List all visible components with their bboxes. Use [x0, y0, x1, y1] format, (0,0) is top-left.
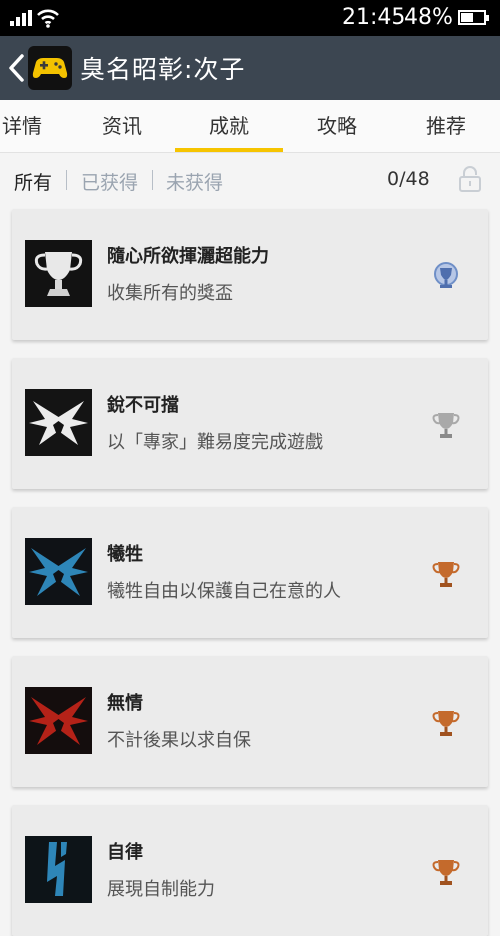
achievement-name: 無情 — [107, 693, 143, 714]
filter-bar: 所有 已获得 未获得 0/48 — [0, 153, 500, 207]
achievement-card[interactable]: 自律 展現自制能力 — [12, 805, 488, 936]
blue-stripe-emblem-icon — [25, 836, 92, 903]
signal-icon — [10, 10, 34, 26]
lock-icon[interactable] — [458, 166, 482, 192]
tab-recommended[interactable]: 推荐 — [392, 100, 500, 152]
tab-details[interactable]: 详情 — [0, 100, 76, 152]
achievement-card[interactable]: 無情 不計後果以求自保 — [12, 656, 488, 787]
gamepad-icon — [28, 46, 72, 90]
tab-achievements[interactable]: 成就 — [175, 100, 283, 152]
achievement-name: 犧牲 — [107, 544, 143, 565]
achievement-description: 不計後果以求自保 — [107, 730, 251, 751]
silver-trophy-icon — [432, 413, 460, 438]
filter-all[interactable]: 所有 — [14, 168, 52, 195]
bronze-trophy-icon — [432, 562, 460, 587]
progress-count: 0/48 — [387, 168, 430, 190]
tab-label: 成就 — [209, 114, 249, 138]
filter-earned[interactable]: 已获得 — [81, 168, 138, 195]
achievement-name: 隨心所欲揮灑超能力 — [107, 246, 269, 267]
trophy-emblem-icon — [25, 240, 92, 307]
tab-news[interactable]: 资讯 — [68, 100, 176, 152]
platinum-trophy-icon — [434, 262, 458, 288]
bronze-trophy-icon — [432, 860, 460, 885]
wifi-icon — [37, 9, 59, 28]
tab-guides[interactable]: 攻略 — [283, 100, 391, 152]
achievement-description: 以「專家」難易度完成遊戲 — [107, 432, 323, 453]
tab-label: 攻略 — [317, 114, 357, 138]
achievement-card[interactable]: 銳不可擋 以「專家」難易度完成遊戲 — [12, 358, 488, 489]
status-bar: 21:45 48% — [0, 0, 500, 36]
achievement-card[interactable]: 隨心所欲揮灑超能力 收集所有的獎盃 — [12, 209, 488, 340]
achievement-description: 犧牲自由以保護自己在意的人 — [107, 581, 341, 602]
red-emblem-icon — [25, 687, 92, 754]
tab-label: 资讯 — [102, 114, 142, 138]
battery-percentage: 48% — [404, 5, 453, 30]
divider — [66, 170, 67, 190]
tab-bar: 详情 资讯 成就 攻略 推荐 — [0, 100, 500, 153]
battery-icon — [458, 10, 489, 25]
blue-emblem-icon — [25, 538, 92, 605]
bronze-trophy-icon — [432, 711, 460, 736]
achievement-description: 收集所有的獎盃 — [107, 283, 233, 304]
achievement-description: 展現自制能力 — [107, 879, 215, 900]
white-emblem-icon — [25, 389, 92, 456]
achievement-name: 自律 — [107, 842, 143, 863]
back-button[interactable] — [4, 48, 30, 88]
tab-label: 详情 — [2, 114, 42, 138]
title-bar: 臭名昭彰:次子 — [0, 36, 500, 100]
active-tab-indicator — [175, 148, 283, 152]
achievement-card[interactable]: 犧牲 犧牲自由以保護自己在意的人 — [12, 507, 488, 638]
clock: 21:45 — [342, 5, 406, 30]
page-title: 臭名昭彰:次子 — [80, 55, 246, 84]
tab-label: 推荐 — [426, 114, 466, 138]
divider — [152, 170, 153, 190]
filter-unearned[interactable]: 未获得 — [166, 168, 223, 195]
achievement-name: 銳不可擋 — [107, 395, 179, 416]
